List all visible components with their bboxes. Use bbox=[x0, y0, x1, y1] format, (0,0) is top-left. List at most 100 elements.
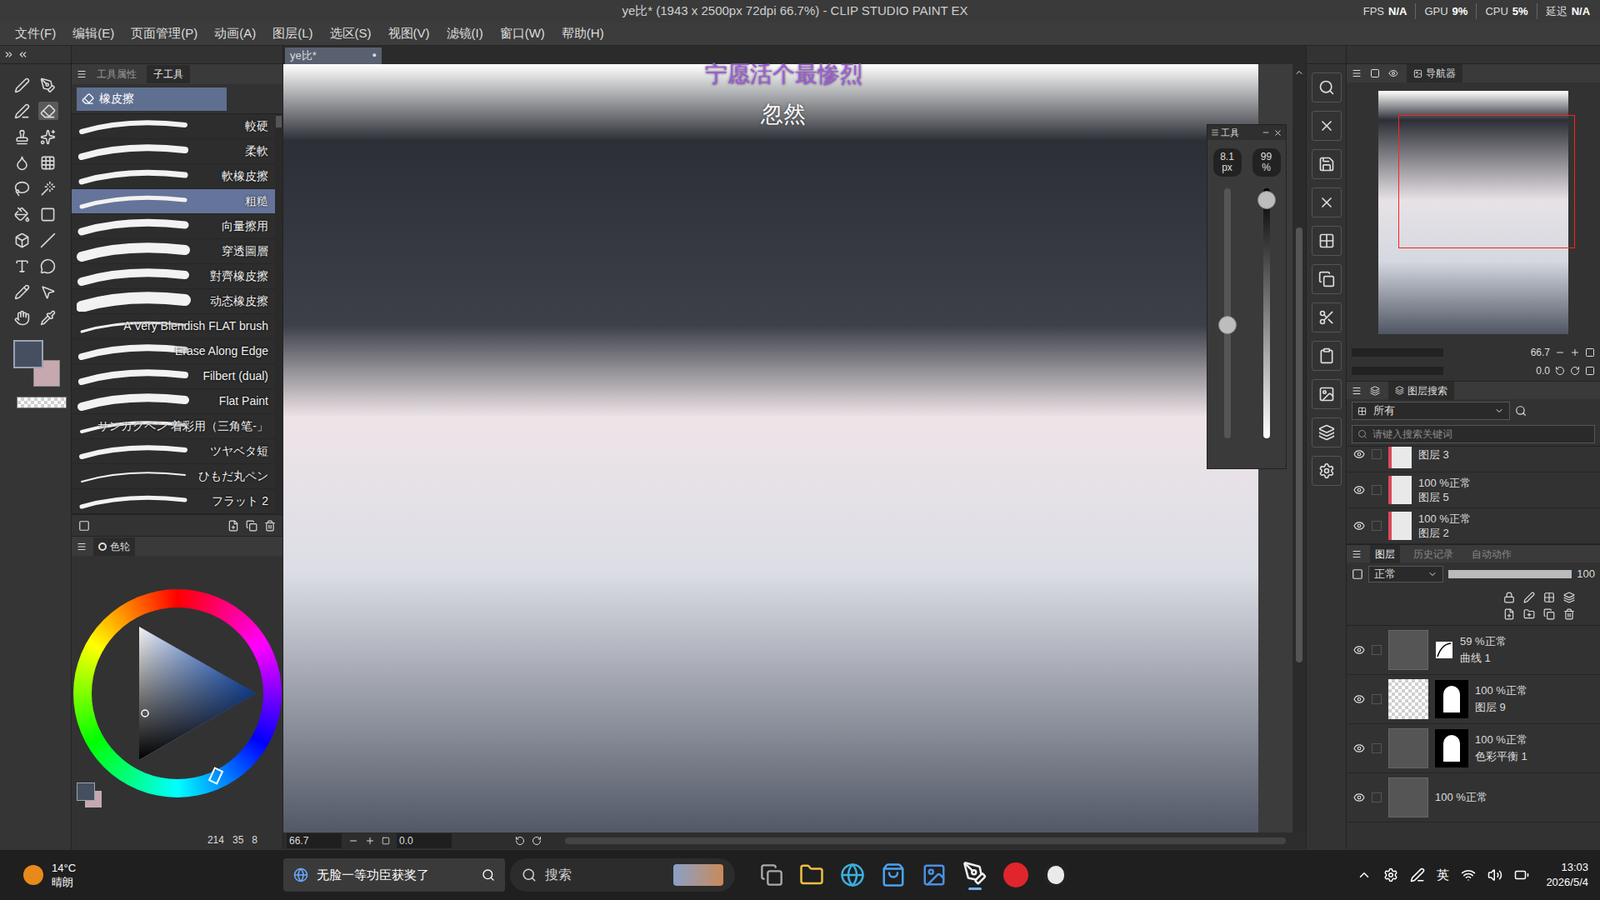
command-button[interactable] bbox=[1311, 187, 1342, 218]
reset-icon[interactable] bbox=[1585, 365, 1595, 376]
list-scrollbar[interactable] bbox=[275, 114, 283, 515]
vertical-scrollbar[interactable] bbox=[1292, 64, 1306, 833]
command-button[interactable] bbox=[1311, 417, 1342, 448]
fit-icon[interactable] bbox=[1585, 347, 1595, 358]
color-wheel[interactable] bbox=[73, 589, 282, 798]
subtool-item[interactable]: A Very Blendish FLAT brush bbox=[71, 314, 275, 340]
tool-button[interactable] bbox=[38, 75, 59, 95]
minimize-icon[interactable] bbox=[1261, 128, 1270, 137]
close-icon[interactable] bbox=[1273, 128, 1283, 138]
tool-button[interactable] bbox=[11, 282, 32, 301]
visibility-icon[interactable] bbox=[1353, 791, 1365, 804]
rotate-left-icon[interactable] bbox=[1555, 365, 1565, 376]
navigator-thumbnail[interactable] bbox=[1378, 90, 1569, 335]
menu-icon[interactable] bbox=[76, 541, 87, 552]
menu-icon[interactable] bbox=[76, 69, 87, 80]
opacity-slider[interactable] bbox=[1448, 570, 1572, 579]
clip-icon[interactable] bbox=[1543, 591, 1555, 604]
layer-color-icon[interactable] bbox=[1351, 568, 1364, 580]
zoom-out-icon[interactable] bbox=[1555, 347, 1565, 358]
battery-icon[interactable] bbox=[1514, 867, 1530, 883]
tool-button[interactable] bbox=[38, 205, 59, 224]
command-button[interactable] bbox=[1311, 302, 1342, 333]
subtool-item[interactable]: 軟橡皮擦 bbox=[71, 164, 275, 190]
menu-item[interactable]: 图层(L) bbox=[264, 24, 321, 44]
filter-dropdown[interactable]: 所有 bbox=[1351, 401, 1510, 420]
expand-icon[interactable] bbox=[3, 49, 15, 60]
search-option-icon[interactable] bbox=[1515, 405, 1527, 417]
subtool-item[interactable]: 對齊橡皮擦 bbox=[71, 264, 275, 290]
menu-item[interactable]: 编辑(E) bbox=[64, 24, 123, 44]
tool-button[interactable] bbox=[11, 75, 32, 95]
rotate-right-icon[interactable] bbox=[1570, 365, 1580, 376]
visibility-icon[interactable] bbox=[1353, 742, 1365, 755]
ime-indicator[interactable]: 英 bbox=[1436, 865, 1450, 885]
new-layer-icon[interactable] bbox=[1503, 608, 1515, 620]
wifi-icon[interactable] bbox=[1460, 867, 1476, 883]
clip-studio-icon[interactable] bbox=[962, 860, 988, 886]
panel-tab[interactable]: 历史记录 bbox=[1408, 545, 1459, 564]
copy-layer-icon[interactable] bbox=[1543, 608, 1555, 620]
command-button[interactable] bbox=[1311, 149, 1342, 180]
mask-thumbnail[interactable] bbox=[1435, 729, 1469, 768]
tool-button[interactable] bbox=[38, 101, 59, 120]
panel-tab[interactable]: 导航器 bbox=[1406, 64, 1463, 83]
menu-item[interactable]: 滤镜(I) bbox=[438, 24, 492, 44]
lock-icon[interactable] bbox=[1503, 591, 1515, 604]
panel-tab[interactable]: 子工具 bbox=[146, 65, 190, 84]
subtool-item[interactable]: 柔軟 bbox=[71, 139, 275, 165]
panel-tab[interactable]: 图层 bbox=[1370, 545, 1400, 564]
photos-icon[interactable] bbox=[921, 862, 947, 888]
menu-item[interactable]: 文件(F) bbox=[6, 24, 65, 44]
new-folder-icon[interactable] bbox=[1523, 608, 1535, 620]
opacity-value[interactable]: 100 bbox=[1576, 565, 1595, 583]
reference-icon[interactable] bbox=[1563, 591, 1575, 604]
command-button[interactable] bbox=[1311, 340, 1342, 371]
zoom-in-icon[interactable] bbox=[365, 835, 375, 846]
settings-icon[interactable] bbox=[78, 520, 90, 532]
command-button[interactable] bbox=[1311, 264, 1342, 295]
tool-button[interactable] bbox=[11, 179, 32, 198]
visibility-icon[interactable] bbox=[1353, 448, 1365, 460]
blend-mode-dropdown[interactable]: 正常 bbox=[1368, 565, 1444, 583]
layer-row[interactable]: 100 %正常色彩平衡 1 bbox=[1346, 724, 1600, 774]
document-tab[interactable]: ye比*● bbox=[285, 47, 382, 65]
volume-icon[interactable] bbox=[1487, 867, 1503, 883]
menu-item[interactable]: 帮助(H) bbox=[553, 24, 613, 44]
clock[interactable]: 13:032026/5/4 bbox=[1540, 860, 1589, 890]
news-widget[interactable]: 无脸一等功臣获奖了 bbox=[283, 858, 505, 892]
edge-icon[interactable] bbox=[840, 862, 865, 888]
add-icon[interactable] bbox=[227, 520, 240, 532]
scroll-up-icon[interactable] bbox=[1294, 67, 1305, 78]
copy-icon[interactable] bbox=[245, 520, 258, 532]
color-swatches[interactable] bbox=[13, 340, 72, 387]
panel-icon[interactable] bbox=[1370, 385, 1380, 396]
tool-button[interactable] bbox=[38, 308, 59, 327]
qq-icon[interactable] bbox=[1044, 862, 1068, 888]
netease-icon[interactable] bbox=[1003, 862, 1029, 888]
angle-field[interactable]: 0.0 bbox=[396, 833, 452, 849]
menu-item[interactable]: 动画(A) bbox=[205, 24, 265, 44]
delete-icon[interactable] bbox=[1563, 608, 1575, 620]
panel-tab[interactable]: 色轮 bbox=[93, 537, 135, 556]
command-button[interactable] bbox=[1311, 455, 1342, 486]
store-icon[interactable] bbox=[880, 862, 906, 888]
visibility-icon[interactable] bbox=[1353, 693, 1365, 705]
panel-icon[interactable] bbox=[1370, 68, 1380, 79]
panel-tab[interactable]: 工具属性 bbox=[90, 65, 144, 84]
panel-icon[interactable] bbox=[1388, 68, 1399, 79]
visibility-icon[interactable] bbox=[1353, 520, 1365, 532]
tool-button[interactable] bbox=[11, 256, 32, 275]
tool-button[interactable] bbox=[38, 127, 59, 146]
subtool-group[interactable]: 橡皮擦 bbox=[76, 87, 227, 111]
slider-thumb[interactable] bbox=[1218, 315, 1237, 335]
value-box[interactable]: 8.1px bbox=[1213, 148, 1242, 177]
transparent-color[interactable] bbox=[16, 396, 67, 409]
search-result-row[interactable]: 100 %正常图层 5 bbox=[1346, 472, 1600, 509]
menu-icon[interactable] bbox=[1351, 385, 1362, 396]
color-value[interactable]: 214 bbox=[207, 832, 225, 848]
tool-button[interactable] bbox=[11, 308, 32, 327]
command-button[interactable] bbox=[1311, 225, 1342, 256]
menu-item[interactable]: 选区(S) bbox=[321, 24, 380, 44]
subtool-item[interactable]: 向量擦用 bbox=[71, 214, 275, 240]
